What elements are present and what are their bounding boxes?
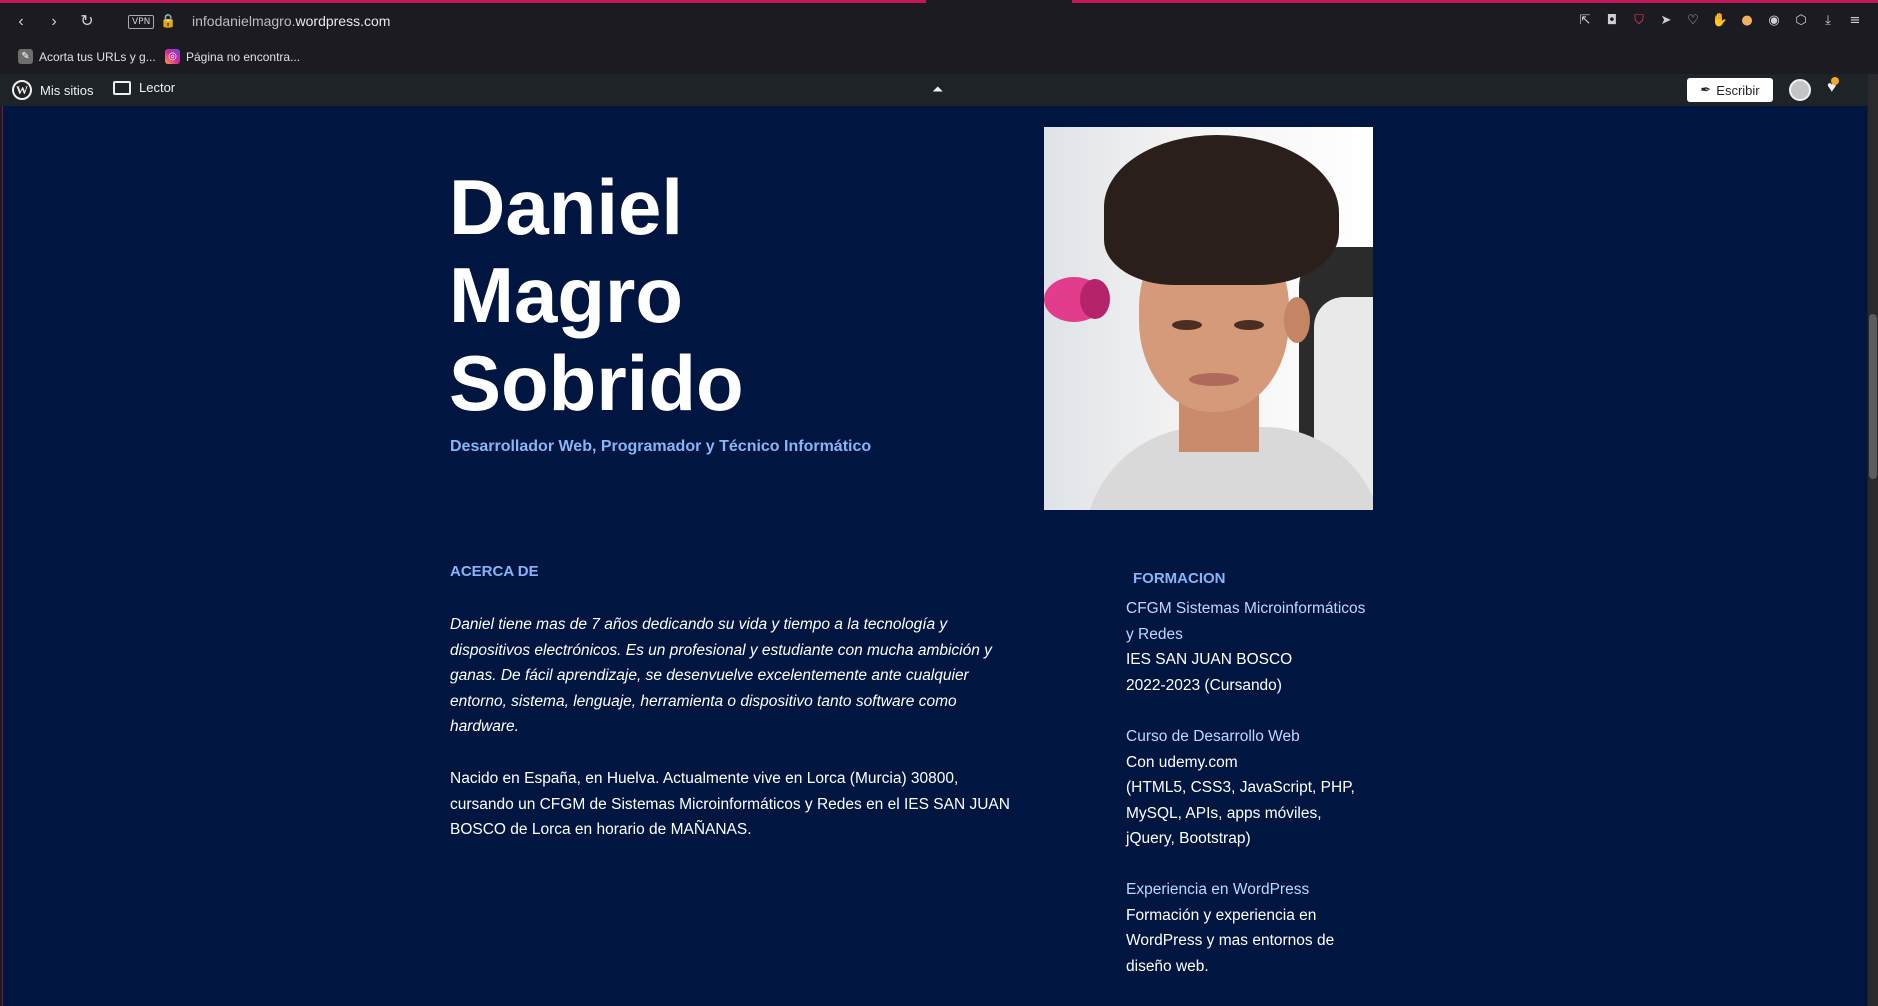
back-icon[interactable]: ‹ — [11, 12, 31, 32]
scrollbar[interactable] — [1868, 74, 1878, 1006]
shield-icon[interactable]: ⛉ — [1630, 12, 1648, 30]
heart-icon[interactable]: ♡ — [1684, 12, 1702, 30]
reader-button[interactable]: Lector — [113, 80, 175, 95]
collapse-bar-icon[interactable]: ⏶ — [932, 81, 943, 98]
camera-icon[interactable]: ◘ — [1603, 12, 1621, 30]
profile-photo — [1044, 127, 1373, 510]
menu-icon[interactable]: ≡ — [1846, 12, 1864, 30]
formacion-item-title: Curso de Desarrollo Web — [1126, 728, 1300, 745]
reload-icon[interactable]: ↻ — [77, 12, 97, 32]
write-button[interactable]: ✒ Escribir — [1687, 78, 1773, 102]
extensions-toolbar: ⇱ ◘ ⛉ ➤ ♡ ✋ ● ◉ ⬡ ⤓ ≡ — [1576, 12, 1864, 30]
reader-label: Lector — [139, 80, 176, 95]
page-content — [2, 106, 1867, 1006]
user-avatar[interactable] — [1789, 79, 1811, 101]
bookmarks-bar: ✎ Acorta tus URLs y g... ◎ Página no enc… — [0, 44, 1878, 74]
share-icon[interactable]: ⇱ — [1576, 12, 1594, 30]
site-tagline: Desarrollador Web, Programador y Técnico… — [450, 438, 872, 455]
bookmark-favicon-icon: ✎ — [18, 49, 33, 64]
spy-icon[interactable]: ◉ — [1765, 12, 1783, 30]
lock-icon[interactable]: 🔒 — [160, 13, 176, 29]
adblock-icon[interactable]: ✋ — [1711, 12, 1729, 30]
write-label: Escribir — [1716, 82, 1760, 98]
reader-icon — [113, 80, 131, 95]
send-icon[interactable]: ➤ — [1657, 12, 1675, 30]
name-line-1: Daniel — [449, 163, 684, 251]
vpn-badge[interactable]: VPN — [128, 15, 155, 29]
formacion-item: CFGM Sistemas Microinformáticos y Redes … — [1126, 596, 1366, 698]
address-bar[interactable]: infodanielmagro.wordpress.com — [192, 13, 390, 29]
forward-icon[interactable]: › — [44, 12, 64, 32]
wordpress-logo-icon: W — [12, 80, 32, 100]
cookie-icon[interactable]: ● — [1738, 12, 1756, 30]
url-host: wordpress.com — [295, 13, 391, 29]
formacion-item-line: Formación y experiencia en WordPress y m… — [1126, 906, 1335, 975]
browser-toolbar: ‹ › ↻ VPN 🔒 infodanielmagro.wordpress.co… — [0, 0, 1878, 44]
formacion-item-line: IES SAN JUAN BOSCO — [1126, 651, 1293, 668]
name-line-2: Magro — [449, 251, 683, 339]
formacion-item-line: 2022-2023 (Cursando) — [1126, 676, 1282, 694]
formacion-item-title: Experiencia en WordPress — [1126, 881, 1310, 898]
bookmark-item[interactable]: ◎ Página no encontra... — [165, 49, 300, 64]
formacion-heading: FORMACION — [1133, 570, 1226, 587]
cube-icon[interactable]: ⬡ — [1792, 12, 1810, 30]
bookmark-item[interactable]: ✎ Acorta tus URLs y g... — [18, 49, 156, 64]
about-paragraph-2: Nacido en España, en Huelva. Actualmente… — [450, 770, 1010, 838]
tab-indicator — [1072, 0, 1878, 3]
formacion-item-line: Con udemy.com — [1126, 753, 1238, 771]
instagram-icon: ◎ — [165, 49, 180, 64]
wp-admin-bar: W Mis sitios Lector ⏶ ✒ Escribir ♥ — [0, 74, 1878, 106]
name-line-3: Sobrido — [449, 339, 744, 427]
my-sites-label: Mis sitios — [40, 82, 94, 98]
download-icon[interactable]: ⤓ — [1819, 12, 1837, 30]
about-heading: ACERCA DE — [450, 563, 539, 580]
bookmark-label: Acorta tus URLs y g... — [39, 49, 156, 64]
notification-dot — [1831, 77, 1839, 85]
feather-icon: ✒ — [1700, 82, 1712, 97]
url-prefix: infodanielmagro. — [192, 13, 296, 29]
bookmark-label: Página no encontra... — [186, 49, 301, 64]
formacion-item: Curso de Desarrollo Web Con udemy.com (H… — [1126, 724, 1366, 852]
about-paragraph-1: Daniel tiene mas de 7 años dedicando su … — [450, 616, 992, 735]
my-sites-button[interactable]: W Mis sitios — [12, 80, 93, 100]
formacion-item: Experiencia en WordPress Formación y exp… — [1126, 877, 1366, 979]
formacion-item-line: (HTML5, CSS3, JavaScript, PHP, MySQL, AP… — [1126, 779, 1355, 847]
scrollbar-thumb[interactable] — [1869, 314, 1877, 479]
site-title: Daniel Magro Sobrido — [449, 163, 744, 427]
formacion-item-title: CFGM Sistemas Microinformáticos y Redes — [1126, 600, 1366, 643]
tab-indicator — [0, 0, 926, 3]
